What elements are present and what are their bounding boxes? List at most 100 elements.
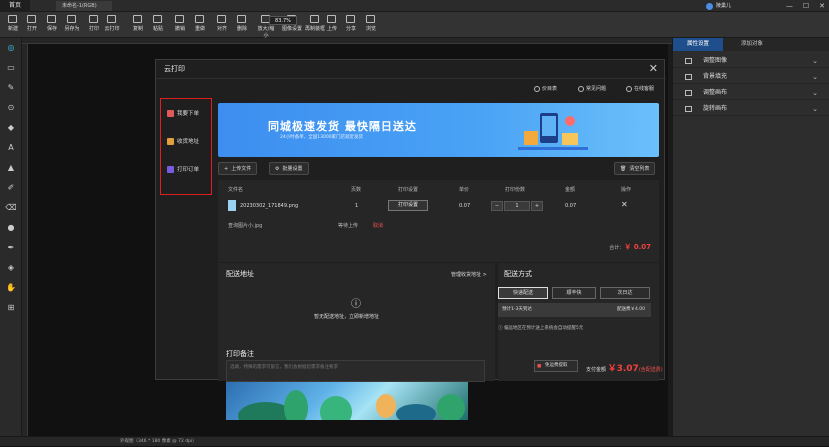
marquee-tool-icon[interactable]: ▭: [5, 62, 17, 73]
redo-icon[interactable]: [195, 15, 204, 23]
upload-icon[interactable]: [327, 15, 336, 23]
manage-address-link[interactable]: 管理收货地址 >: [451, 271, 487, 278]
cancel-upload-link[interactable]: 取消: [373, 222, 383, 229]
crop-tool-icon[interactable]: ◈: [5, 262, 17, 273]
copy-button[interactable]: 复制: [128, 25, 148, 32]
upload-file-button[interactable]: + 上传文件: [218, 162, 258, 175]
nav-address[interactable]: 收货地址: [167, 137, 199, 145]
close-icon[interactable]: ✕: [819, 0, 825, 12]
price-list-link[interactable]: 价目表: [534, 85, 557, 92]
pen-tool-icon[interactable]: ✐: [5, 182, 17, 193]
delete-button[interactable]: 删除: [232, 25, 252, 32]
col-copies: 打印份数: [505, 187, 526, 193]
maximize-icon[interactable]: ☐: [803, 0, 809, 12]
browse-button[interactable]: 浏览: [361, 25, 381, 32]
select-tool-icon[interactable]: ◎: [5, 42, 17, 53]
background-fill-row[interactable]: 背景填充 ⌄: [673, 70, 829, 84]
fill-tool-icon[interactable]: ◆: [5, 122, 17, 133]
align-button[interactable]: 对齐: [212, 25, 232, 32]
save-button[interactable]: 保存: [42, 25, 62, 32]
print-button[interactable]: 打印: [84, 25, 104, 32]
increment-button[interactable]: +: [531, 201, 543, 211]
document-tab[interactable]: 未命名-1(RGB): [56, 1, 112, 11]
copy-icon[interactable]: [133, 15, 142, 23]
order-icon: [167, 109, 174, 117]
pencil-tool-icon[interactable]: ✒: [5, 242, 17, 253]
new-icon[interactable]: [8, 15, 17, 23]
clear-list-button[interactable]: 🗑 清空列表: [614, 162, 656, 175]
browse-icon[interactable]: [366, 15, 375, 23]
copies-stepper[interactable]: − 1 +: [491, 201, 543, 211]
share-icon[interactable]: [346, 15, 355, 23]
adjust-image-row[interactable]: 调整图像 ⌄: [673, 54, 829, 68]
upload-status: 等待上传: [338, 223, 359, 229]
share-button[interactable]: 分享: [341, 25, 361, 32]
paste-icon[interactable]: [153, 15, 162, 23]
save-icon[interactable]: [47, 15, 56, 23]
adjust-canvas-row[interactable]: 调整画布 ⌄: [673, 86, 829, 100]
tool-panel: ◎ ▭ ✎ ⊙ ◆ A ▲ ✐ ⌫ ● ✒ ◈ ✋ ⊞: [0, 38, 22, 436]
cloud-print-icon[interactable]: [107, 15, 116, 23]
leaf-illustration: [238, 390, 465, 420]
brush-tool-icon[interactable]: ✎: [5, 82, 17, 93]
new-button[interactable]: 新建: [3, 25, 23, 32]
decrement-button[interactable]: −: [491, 201, 503, 211]
user-menu[interactable]: 陵巢儿: [706, 1, 731, 11]
cloud-print-button[interactable]: 云打印: [102, 25, 122, 32]
support-label: 在线客服: [634, 86, 655, 92]
nav-place-order[interactable]: 我要下单: [167, 109, 199, 117]
minimize-icon[interactable]: —: [786, 0, 793, 12]
dialog-links: 价目表 常见问题 在线客服: [156, 78, 666, 98]
save-as-button[interactable]: 另存为: [62, 25, 82, 32]
undo-icon[interactable]: [175, 15, 184, 23]
title-bar: 首页 未命名-1(RGB) 陵巢儿 — ☐ ✕: [0, 0, 829, 12]
lasso-tool-icon[interactable]: ⊙: [5, 102, 17, 113]
hand-tool-icon[interactable]: ✋: [5, 282, 17, 293]
undo-button[interactable]: 撤销: [170, 25, 190, 32]
tab-add-object[interactable]: 添加对象: [727, 38, 777, 51]
delete-icon[interactable]: [237, 15, 246, 23]
shipping-option-express[interactable]: 快递配送: [498, 287, 548, 299]
free-shipping-button[interactable]: ■ 免运费提取: [534, 360, 578, 372]
print-icon[interactable]: [89, 15, 98, 23]
canvas-image: [226, 378, 468, 420]
shape-tool-icon[interactable]: ▲: [5, 162, 17, 173]
support-link[interactable]: 在线客服: [626, 85, 654, 92]
home-tab[interactable]: 首页: [0, 0, 30, 12]
gift-icon: ■: [537, 364, 542, 369]
chevron-down-icon: ⌄: [812, 89, 818, 97]
paste-button[interactable]: 粘贴: [148, 25, 168, 32]
redo-button[interactable]: 重做: [190, 25, 210, 32]
shipping-option-sf[interactable]: 顺丰快: [552, 287, 596, 299]
upload-button[interactable]: 上传: [322, 25, 342, 32]
question-icon: [578, 85, 584, 92]
nav-address-label: 收货地址: [177, 139, 200, 145]
rotate-canvas-row[interactable]: 旋转画布 ⌄: [673, 102, 829, 116]
zoom-input[interactable]: 83.7%: [269, 16, 297, 25]
align-icon[interactable]: [217, 15, 226, 23]
window-controls: — ☐ ✕: [786, 0, 825, 12]
tab-properties[interactable]: 属性设置: [673, 38, 723, 51]
frame-icon[interactable]: [310, 15, 319, 23]
close-icon[interactable]: ✕: [649, 62, 658, 76]
text-tool-icon[interactable]: A: [5, 142, 17, 153]
shipping-option-nextday[interactable]: 次日达: [600, 287, 650, 299]
print-settings-button[interactable]: 打印设置: [388, 200, 428, 211]
chevron-down-icon: ⌄: [812, 57, 818, 65]
faq-link[interactable]: 常见问题: [578, 85, 606, 92]
promo-banner[interactable]: 同城极速发货 最快隔日送达 24小时备单，全国13000家门店就近发货: [218, 103, 659, 157]
image-settings-button[interactable]: 图像设置: [282, 25, 302, 32]
grid-tool-icon[interactable]: ⊞: [5, 302, 17, 313]
no-address-text[interactable]: 暂无配送地址，立即新增地址: [314, 313, 379, 320]
eraser-tool-icon[interactable]: ⌫: [5, 202, 17, 213]
zoom-button[interactable]: 放大/缩小: [256, 25, 276, 39]
remark-input[interactable]: 选填，特殊的需求可留言，我们会根据您需求备注要求: [226, 360, 485, 382]
copies-value[interactable]: 1: [504, 201, 530, 211]
blur-tool-icon[interactable]: ●: [5, 222, 17, 233]
delete-row-icon[interactable]: ✕: [621, 200, 628, 209]
open-icon[interactable]: [27, 15, 36, 23]
batch-settings-button[interactable]: ⚙ 批量设置: [269, 162, 309, 175]
save-as-icon[interactable]: [67, 15, 76, 23]
nav-orders[interactable]: 打印订单: [167, 165, 199, 173]
open-button[interactable]: 打开: [22, 25, 42, 32]
